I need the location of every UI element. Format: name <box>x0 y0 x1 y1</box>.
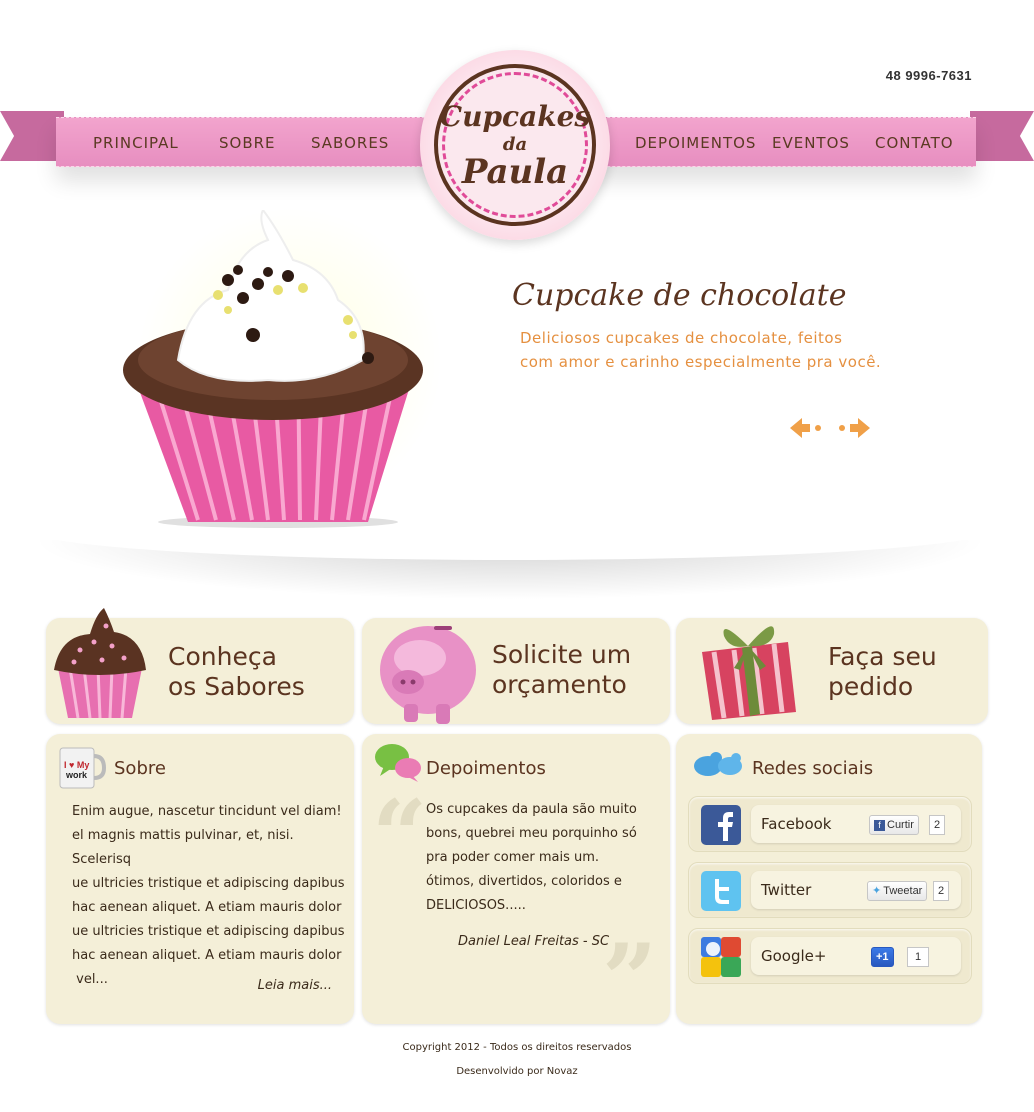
cupcake-icon <box>54 608 146 719</box>
phone-number: 48 9996-7631 <box>885 68 972 83</box>
quote-close-icon: ” <box>602 923 658 1036</box>
footer-copyright: Copyright 2012 - Todos os direitos reser… <box>402 1042 632 1053</box>
hero-cupcake-image <box>123 210 423 528</box>
mug-icon: I ♥ My work <box>59 747 106 789</box>
feature-sabores-text: Conheça os Sabores <box>168 642 305 702</box>
footer-developer: Desenvolvido por Novaz <box>456 1066 578 1077</box>
nav-item-eventos[interactable]: EVENTOS <box>772 134 850 152</box>
feature-sabores[interactable]: Conheça os Sabores <box>46 608 354 724</box>
social-row-google: Google+ +1 1 <box>688 928 972 984</box>
tweet-bird-icon: ✦ <box>872 885 882 897</box>
google-plus-link[interactable]: Google+ +1 1 <box>751 937 961 975</box>
nav-item-depoimentos[interactable]: DEPOIMENTOS <box>635 134 756 152</box>
hero-title: Cupcake de chocolate <box>512 278 847 313</box>
panel-sobre: I ♥ My work Sobre Enim augue, nascetur t… <box>46 734 354 1024</box>
facebook-link[interactable]: Facebook f Curtir 2 <box>751 805 961 843</box>
speech-bubbles-icon <box>375 744 421 782</box>
mug-text-line2: work <box>65 770 88 780</box>
feature-pedido[interactable]: Faça seu pedido <box>676 618 988 724</box>
panel-redes-sociais: Redes sociais Facebook f Curtir 2 Twitter… <box>676 734 982 1024</box>
testimonial-body: Os cupcakes da paula são muito bons, que… <box>426 798 637 918</box>
sobre-line: ue ultricies tristique et adipiscing dap… <box>72 924 345 939</box>
tweet-button[interactable]: ✦ Tweetar <box>867 881 928 901</box>
logo-text-line1: Cupcakes <box>439 100 591 133</box>
arrow-right-icon[interactable] <box>836 414 872 442</box>
facebook-like-count: 2 <box>929 815 946 835</box>
facebook-f-icon: f <box>874 820 885 831</box>
feature-sabores-line1: Conheça <box>168 642 277 671</box>
testimonial-line: bons, quebrei meu porquinho só <box>426 826 637 841</box>
feature-pedido-line1: Faça seu <box>828 642 937 671</box>
gift-box-icon <box>702 626 796 720</box>
piggy-bank-icon <box>380 626 476 724</box>
sobre-line: hac aenean aliquet. A etiam mauris dolor <box>72 948 342 963</box>
quote-open-icon: “ <box>372 779 428 892</box>
feature-orcamento-line2: orçamento <box>492 670 627 699</box>
twitter-link[interactable]: Twitter ✦ Tweetar 2 <box>751 871 961 909</box>
tweet-count: 2 <box>933 881 950 901</box>
hero-description-line1: Deliciosos cupcakes de chocolate, feitos <box>520 329 843 347</box>
feature-orcamento-line1: Solicite um <box>492 640 632 669</box>
ribbon-tail-left <box>0 111 64 161</box>
logo-text-line3: Paula <box>461 152 569 192</box>
panel-sobre-title: Sobre <box>114 758 166 779</box>
facebook-label: Facebook <box>761 815 832 833</box>
testimonial-line: Os cupcakes da paula são muito <box>426 802 637 817</box>
facebook-icon[interactable] <box>699 803 743 847</box>
social-row-twitter: Twitter ✦ Tweetar 2 <box>688 862 972 918</box>
feature-orcamento-text: Solicite um orçamento <box>492 640 631 700</box>
nav-item-sobre[interactable]: SOBRE <box>219 134 276 152</box>
twitter-birds-icon <box>694 752 742 776</box>
feature-pedido-line2: pedido <box>828 672 914 701</box>
sobre-line: Enim augue, nascetur tincidunt vel diam! <box>72 804 342 819</box>
read-more-link[interactable]: Leia mais... <box>258 978 332 993</box>
panel-depoimentos: Depoimentos “ Os cupcakes da paula são m… <box>362 734 670 1028</box>
google-plus-icon[interactable] <box>699 935 743 979</box>
twitter-label: Twitter <box>761 881 812 899</box>
testimonial-author: Daniel Leal Freitas - SC <box>458 934 610 949</box>
facebook-like-button[interactable]: f Curtir <box>869 815 919 835</box>
testimonial-line: DELICIOSOS..... <box>426 898 526 913</box>
panel-redes-title: Redes sociais <box>752 758 874 779</box>
sobre-line: ue ultricies tristique et adipiscing dap… <box>72 876 345 891</box>
testimonial-line: ótimos, divertidos, coloridos e <box>426 874 622 889</box>
social-row-facebook: Facebook f Curtir 2 <box>688 796 972 852</box>
facebook-like-label: Curtir <box>887 819 914 831</box>
sobre-line: hac aenean aliquet. A etiam mauris dolor <box>72 900 342 915</box>
ribbon-tail-right <box>970 111 1034 161</box>
nav-item-contato[interactable]: CONTATO <box>875 134 954 152</box>
plus-one-count: 1 <box>907 947 930 967</box>
mug-text-line1: I ♥ My <box>64 760 89 770</box>
feature-sabores-line2: os Sabores <box>168 672 305 701</box>
arrow-left-icon[interactable] <box>788 414 824 442</box>
plus-one-button[interactable]: +1 <box>871 947 894 967</box>
feature-pedido-text: Faça seu pedido <box>828 642 937 702</box>
hero-description-line2: com amor e carinho especialmente pra voc… <box>520 353 882 371</box>
twitter-icon[interactable] <box>699 869 743 913</box>
google-plus-label: Google+ <box>761 947 827 965</box>
nav-item-principal[interactable]: PRINCIPAL <box>93 134 179 152</box>
nav-item-sabores[interactable]: SABORES <box>311 134 389 152</box>
sobre-line: el magnis mattis pulvinar, et, nisi. Sce… <box>72 828 294 867</box>
feature-orcamento[interactable]: Solicite um orçamento <box>362 618 670 724</box>
panel-depoimentos-title: Depoimentos <box>426 758 546 779</box>
tweet-button-label: Tweetar <box>883 885 923 897</box>
sobre-body: Enim augue, nascetur tincidunt vel diam!… <box>72 800 354 992</box>
hero-description: Deliciosos cupcakes de chocolate, feitos… <box>520 326 900 374</box>
testimonial-line: pra poder comer mais um. <box>426 850 600 865</box>
